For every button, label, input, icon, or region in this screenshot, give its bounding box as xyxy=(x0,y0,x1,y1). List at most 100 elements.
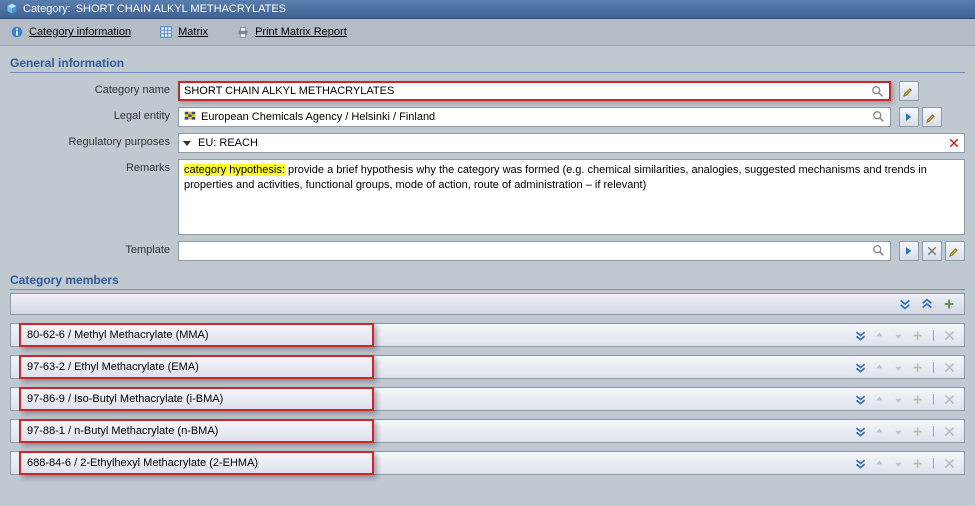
category-name-value: SHORT CHAIN ALKYL METHACRYLATES xyxy=(184,85,885,97)
separator: | xyxy=(930,457,937,469)
member-controls: | xyxy=(854,393,956,406)
member-row[interactable]: 97-86-9 / Iso-Butyl Methacrylate (i-BMA)… xyxy=(10,387,965,411)
goto-legal-entity-button[interactable] xyxy=(899,107,919,127)
expand-member-icon[interactable] xyxy=(854,425,867,438)
add-after-icon[interactable] xyxy=(911,457,924,470)
member-name: 80-62-6 / Methyl Methacrylate (MMA) xyxy=(19,323,374,347)
window-titlebar: Category: SHORT CHAIN ALKYL METHACRYLATE… xyxy=(0,0,975,19)
regulatory-purposes-label: Regulatory purposes xyxy=(10,133,170,148)
cube-icon xyxy=(6,3,18,15)
delete-member-icon[interactable] xyxy=(943,425,956,438)
member-row[interactable]: 97-63-2 / Ethyl Methacrylate (EMA) | xyxy=(10,355,965,379)
template-label: Template xyxy=(10,241,170,256)
grid-icon xyxy=(159,25,173,39)
matrix-label: Matrix xyxy=(178,26,208,38)
pencil-icon xyxy=(926,111,938,123)
expand-member-icon[interactable] xyxy=(854,329,867,342)
legal-entity-value: European Chemicals Agency / Helsinki / F… xyxy=(201,111,886,123)
category-name-label: Category name xyxy=(10,81,170,96)
separator: | xyxy=(930,329,937,341)
move-up-icon[interactable] xyxy=(873,457,886,470)
title-name: SHORT CHAIN ALKYL METHACRYLATES xyxy=(76,3,286,15)
search-icon[interactable] xyxy=(872,244,886,258)
delete-member-icon[interactable] xyxy=(943,329,956,342)
separator: | xyxy=(930,361,937,373)
info-icon xyxy=(10,25,24,39)
pencil-icon xyxy=(949,245,961,257)
edit-category-name-button[interactable] xyxy=(899,81,919,101)
title-prefix: Category: xyxy=(23,3,71,15)
expand-member-icon[interactable] xyxy=(854,361,867,374)
member-name: 97-63-2 / Ethyl Methacrylate (EMA) xyxy=(19,355,374,379)
regulatory-purposes-value: EU: REACH xyxy=(198,137,960,149)
member-controls: | xyxy=(854,361,956,374)
remarks-label: Remarks xyxy=(10,159,170,174)
clear-template-button[interactable] xyxy=(922,241,942,261)
legal-entity-label: Legal entity xyxy=(10,107,170,122)
member-row[interactable]: 688-84-6 / 2-Ethylhexyl Methacrylate (2-… xyxy=(10,451,965,475)
members-panel: 80-62-6 / Methyl Methacrylate (MMA)|97-6… xyxy=(0,293,975,475)
delete-member-icon[interactable] xyxy=(943,361,956,374)
goto-template-button[interactable] xyxy=(899,241,919,261)
flag-icon xyxy=(183,110,197,124)
move-down-icon[interactable] xyxy=(892,393,905,406)
arrow-right-icon xyxy=(903,245,915,257)
category-name-field[interactable]: SHORT CHAIN ALKYL METHACRYLATES xyxy=(178,81,891,101)
arrow-right-icon xyxy=(903,111,915,123)
expand-all-icon[interactable] xyxy=(898,297,912,311)
member-row[interactable]: 80-62-6 / Methyl Methacrylate (MMA) | xyxy=(10,323,965,347)
separator: | xyxy=(930,425,937,437)
move-up-icon[interactable] xyxy=(873,361,886,374)
separator: | xyxy=(930,393,937,405)
move-down-icon[interactable] xyxy=(892,457,905,470)
remarks-rest: provide a brief hypothesis why the categ… xyxy=(184,164,927,191)
add-after-icon[interactable] xyxy=(911,361,924,374)
general-info-grid: Category name SHORT CHAIN ALKYL METHACRY… xyxy=(0,76,975,263)
category-information-link[interactable]: Category information xyxy=(10,25,131,39)
member-name: 688-84-6 / 2-Ethylhexyl Methacrylate (2-… xyxy=(19,451,374,475)
remarks-field[interactable]: category hypothesis: provide a brief hyp… xyxy=(178,159,965,235)
pencil-icon xyxy=(903,85,915,97)
member-controls: | xyxy=(854,329,956,342)
edit-template-button[interactable] xyxy=(945,241,965,261)
search-icon[interactable] xyxy=(872,110,886,124)
collapse-all-icon[interactable] xyxy=(920,297,934,311)
remarks-value: category hypothesis: provide a brief hyp… xyxy=(184,163,959,193)
move-down-icon[interactable] xyxy=(892,329,905,342)
section-members-title: Category members xyxy=(10,273,965,290)
print-matrix-link[interactable]: Print Matrix Report xyxy=(236,25,347,39)
move-up-icon[interactable] xyxy=(873,393,886,406)
legal-entity-field[interactable]: European Chemicals Agency / Helsinki / F… xyxy=(178,107,891,127)
member-name: 97-86-9 / Iso-Butyl Methacrylate (i-BMA) xyxy=(19,387,374,411)
delete-member-icon[interactable] xyxy=(943,457,956,470)
add-after-icon[interactable] xyxy=(911,329,924,342)
expand-member-icon[interactable] xyxy=(854,393,867,406)
expand-member-icon[interactable] xyxy=(854,457,867,470)
category-information-label: Category information xyxy=(29,26,131,38)
template-field[interactable] xyxy=(178,241,891,261)
member-name: 97-88-1 / n-Butyl Methacrylate (n-BMA) xyxy=(19,419,374,443)
section-general-title: General information xyxy=(10,56,965,73)
toolbar: Category information Matrix Print Matrix… xyxy=(0,19,975,46)
move-down-icon[interactable] xyxy=(892,361,905,374)
add-after-icon[interactable] xyxy=(911,425,924,438)
clear-icon[interactable] xyxy=(948,137,960,149)
dropdown-icon xyxy=(183,141,191,146)
move-up-icon[interactable] xyxy=(873,329,886,342)
member-controls: | xyxy=(854,457,956,470)
printer-icon xyxy=(236,25,250,39)
member-controls: | xyxy=(854,425,956,438)
matrix-link[interactable]: Matrix xyxy=(159,25,208,39)
member-row[interactable]: 97-88-1 / n-Butyl Methacrylate (n-BMA) | xyxy=(10,419,965,443)
move-down-icon[interactable] xyxy=(892,425,905,438)
search-icon[interactable] xyxy=(871,85,885,99)
edit-legal-entity-button[interactable] xyxy=(922,107,942,127)
members-header xyxy=(10,293,965,315)
delete-member-icon[interactable] xyxy=(943,393,956,406)
remarks-highlight: category hypothesis: xyxy=(184,164,285,176)
regulatory-purposes-field[interactable]: EU: REACH xyxy=(178,133,965,153)
add-member-icon[interactable] xyxy=(942,297,956,311)
add-after-icon[interactable] xyxy=(911,393,924,406)
move-up-icon[interactable] xyxy=(873,425,886,438)
print-matrix-label: Print Matrix Report xyxy=(255,26,347,38)
